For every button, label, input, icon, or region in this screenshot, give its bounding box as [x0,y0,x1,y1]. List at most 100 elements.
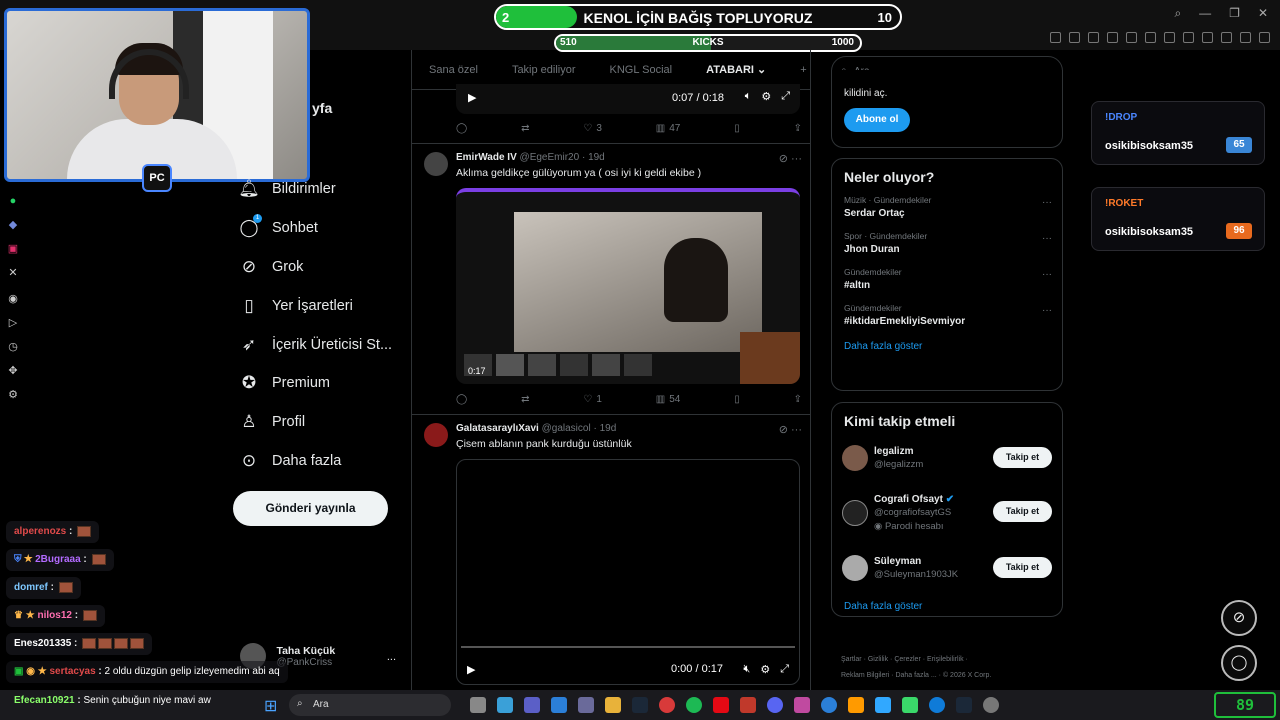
app-icon[interactable] [983,697,999,713]
nav-home-label[interactable]: yfa [312,100,332,116]
footer-link[interactable]: Erişilebilirlik [927,656,964,663]
trend-item[interactable]: Spor · Gündemdekiler Jhon Duran ··· [832,225,1062,261]
minimize-icon[interactable]: — [1199,6,1211,21]
suggested-account[interactable]: legalizm @legalizzm Takip et [832,433,1062,483]
extension-icon[interactable] [1088,32,1099,43]
post-button[interactable]: Gönderi yayınla [233,491,388,526]
discord-icon[interactable]: ◆ [6,218,20,232]
extension-icon[interactable] [1145,32,1156,43]
messages-floating-button[interactable]: ◯ [1221,645,1257,681]
tweet[interactable]: EmirWade IV @EgeEmir20 · 19d Aklıma geld… [424,152,804,179]
extension-icon[interactable] [1240,32,1251,43]
extension-icon[interactable] [1069,32,1080,43]
volume-icon[interactable]: 🔈︎ [745,90,752,103]
browser-icon[interactable] [497,697,513,713]
edge-icon[interactable] [929,697,945,713]
trend-item[interactable]: Müzik · Gündemdekiler Serdar Ortaç ··· [832,189,1062,225]
avatar[interactable] [424,423,448,447]
steam-icon[interactable] [632,697,648,713]
profile-menu-icon[interactable]: ... [387,651,396,663]
send-icon[interactable]: ▷ [6,316,20,330]
settings-icon[interactable]: ⚙ [760,663,770,676]
tab-kngl-social[interactable]: KNGL Social [593,64,690,76]
trend-item[interactable]: Gündemdekiler #iktidarEmekliyiSevmiyor ··· [832,297,1062,333]
clock-icon[interactable]: ◷ [6,340,20,354]
more-options-icon[interactable]: ··· [1042,305,1052,316]
extension-icon[interactable] [1259,32,1270,43]
repost-icon[interactable]: ⇄ [521,123,529,134]
x-icon[interactable]: ✕ [6,266,20,280]
show-more-link[interactable]: Daha fazla göster [832,333,1062,364]
fullscreen-icon[interactable]: ⤢ [781,90,790,103]
nav-item-creator-studio[interactable]: ➶ İçerik Üreticisi St... [238,325,418,364]
bookmark-icon[interactable]: ▯ [734,394,740,405]
extension-icon[interactable] [1050,32,1061,43]
tab-atabari[interactable]: ATABARI ⌄ [689,52,784,87]
mute-icon[interactable]: 🔇︎ [743,663,750,676]
footer-link[interactable]: Reklam Bilgileri [841,672,889,679]
trend-item[interactable]: Gündemdekiler #altın ··· [832,261,1062,297]
settings-icon[interactable]: ⚙ [761,90,771,103]
extension-icon[interactable] [1164,32,1175,43]
extension-icon[interactable] [1221,32,1232,43]
discord-icon[interactable] [767,697,783,713]
views-button[interactable]: ▥ 54 [656,394,681,405]
like-button[interactable]: ♡ 1 [583,394,602,405]
grok-floating-button[interactable]: ⊘ [1221,600,1257,636]
extension-icon[interactable] [1126,32,1137,43]
settings-icon[interactable]: ⚙ [6,388,20,402]
show-more-link[interactable]: Daha fazla göster [832,593,1062,624]
puzzle-icon[interactable]: ✥ [6,364,20,378]
tweet[interactable]: GalatasaraylıXavi @galasicol · 19d Çisem… [424,423,804,450]
nav-item-premium[interactable]: ✪ Premium [238,364,418,403]
nav-item-more[interactable]: ⊙ Daha fazla [238,442,418,481]
app-icon[interactable] [578,697,594,713]
share-icon[interactable]: ⇪ [794,123,802,134]
avatar[interactable] [842,500,868,526]
restore-icon[interactable]: ❐ [1229,6,1240,21]
extension-icon[interactable] [1183,32,1194,43]
footer-link[interactable]: Daha fazla ... [895,672,936,679]
bookmark-icon[interactable]: ▯ [734,123,740,134]
netflix-icon[interactable] [713,697,729,713]
vscode-icon[interactable] [551,697,567,713]
app-icon[interactable] [794,697,810,713]
play-icon[interactable]: ▶ [467,663,475,676]
add-tab-button[interactable]: + [783,64,810,76]
nav-item-chat[interactable]: ◯ 1 Sohbet [238,209,418,248]
close-icon[interactable]: ✕ [1258,6,1268,21]
tweet-video[interactable]: ▶ 0:00 / 0:17 🔇︎ ⚙ ⤢ [456,459,800,685]
folder-icon[interactable] [605,697,621,713]
views-button[interactable]: ▥ 47 [656,123,681,134]
subscribe-button[interactable]: Abone ol [844,108,910,132]
tweet-author-name[interactable]: GalatasaraylıXavi [456,423,539,434]
follow-button[interactable]: Takip et [993,557,1052,578]
footer-link[interactable]: Şartlar [841,656,862,663]
more-options-icon[interactable]: ⊘ ··· [779,152,802,165]
illustrator-icon[interactable] [848,697,864,713]
follow-button[interactable]: Takip et [993,447,1052,468]
search-icon[interactable]: ⌕ [1174,6,1181,21]
play-circle-icon[interactable]: ◉ [6,292,20,306]
task-view-icon[interactable] [470,697,486,713]
like-button[interactable]: ♡ 3 [583,123,602,134]
suggested-account[interactable]: Cografi Ofsayt ✔ @cografiofsaytGS ◉ Parodi… [832,483,1062,543]
extension-icon[interactable] [1202,32,1213,43]
footer-link[interactable]: Gizlilik [868,656,888,663]
repost-icon[interactable]: ⇄ [521,394,529,405]
extension-icon[interactable] [1107,32,1118,43]
app-icon[interactable] [821,697,837,713]
share-icon[interactable]: ⇪ [794,394,802,405]
nav-item-bookmarks[interactable]: ▯ Yer İşaretleri [238,286,418,325]
avatar[interactable] [842,555,868,581]
whatsapp-icon[interactable]: ● [6,194,20,208]
tweet-video[interactable]: 0:17 [456,188,800,384]
more-options-icon[interactable]: ··· [1042,197,1052,208]
instagram-icon[interactable]: ▣ [6,242,20,256]
taskbar-search[interactable]: ⌕ Ara [289,694,451,716]
photoshop-icon[interactable] [875,697,891,713]
more-options-icon[interactable]: ··· [1042,269,1052,280]
windows-start-icon[interactable]: ⊞ [264,696,277,716]
nav-item-profile[interactable]: ♙ Profil [238,403,418,442]
nav-item-notifications[interactable]: 🔔︎ Bildirimler [238,170,418,209]
